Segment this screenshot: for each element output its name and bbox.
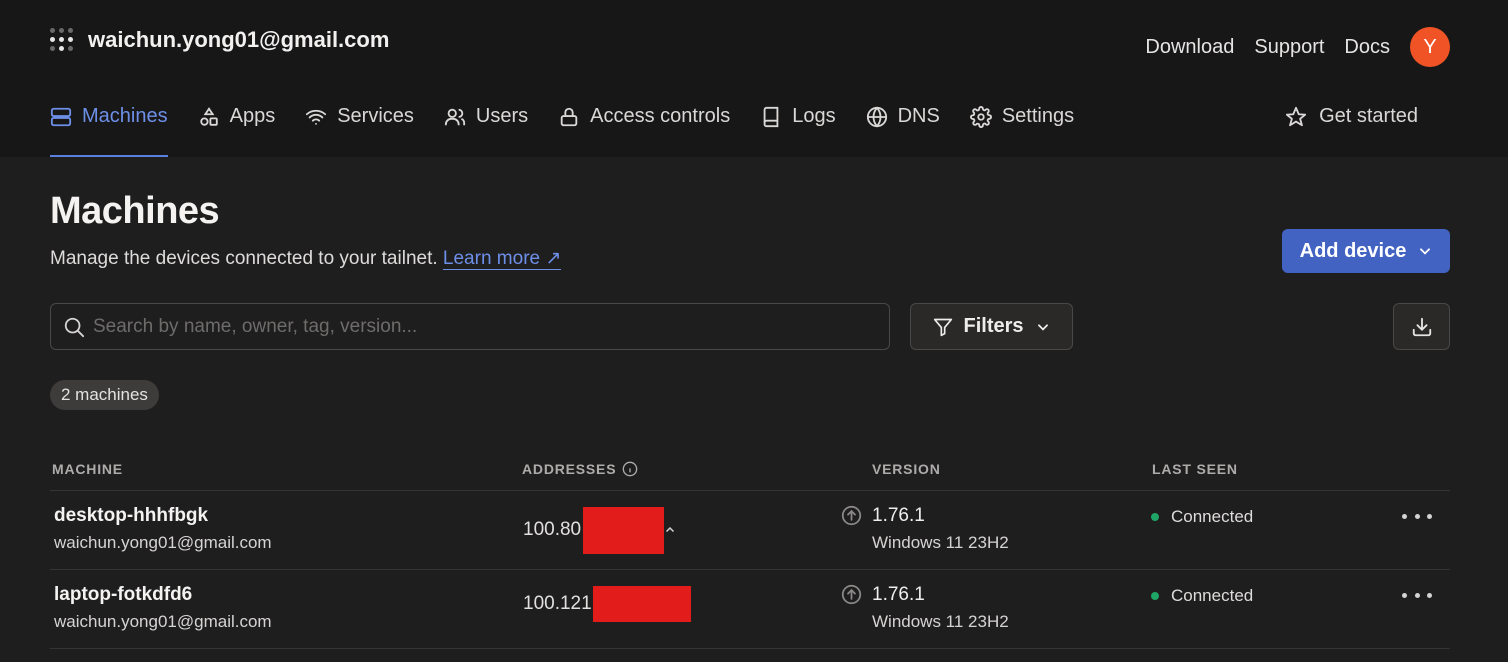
tab-users-label: Users — [475, 105, 529, 127]
status-text: Connected — [1171, 507, 1254, 526]
docs-link[interactable]: Docs — [1344, 36, 1390, 59]
column-header-machine: MACHINE — [52, 461, 123, 477]
page-description-text: Manage the devices connected to your tai… — [50, 248, 438, 269]
account-email: waichun.yong01@gmail.com — [88, 27, 390, 52]
wifi-icon — [306, 109, 327, 125]
status-text: Connected — [1171, 586, 1254, 605]
tab-users[interactable]: Users — [444, 105, 528, 157]
search-input[interactable] — [93, 315, 873, 338]
row-actions-button[interactable] — [1402, 504, 1432, 528]
book-icon — [763, 106, 779, 128]
row-actions-button[interactable] — [1402, 583, 1432, 607]
machine-count-badge: 2 machines — [50, 380, 159, 410]
status-dot — [1151, 513, 1159, 521]
chevron-down-icon — [666, 526, 675, 533]
status-dot — [1151, 592, 1159, 600]
tab-apps[interactable]: Apps — [198, 105, 276, 157]
column-header-last-seen-label: LAST SEEN — [1152, 461, 1238, 477]
filters-label: Filters — [963, 315, 1024, 337]
avatar[interactable]: Y — [1410, 27, 1450, 67]
tab-settings-label: Settings — [1001, 105, 1075, 127]
redaction-box — [592, 586, 691, 622]
apps-icon — [199, 107, 218, 126]
column-header-version: VERSION — [872, 461, 941, 477]
tab-logs[interactable]: Logs — [760, 105, 836, 157]
top-bar: waichun.yong01@gmail.com Download Suppor… — [0, 0, 1508, 157]
table-row[interactable]: laptop-fotkdfd6 waichun.yong01@gmail.com… — [50, 570, 1450, 648]
download-icon — [1412, 317, 1431, 336]
export-button[interactable] — [1393, 303, 1450, 350]
add-device-label: Add device — [1299, 239, 1407, 262]
star-icon — [1285, 106, 1307, 127]
machine-owner: waichun.yong01@gmail.com — [54, 612, 272, 631]
update-available-icon — [841, 505, 862, 526]
tab-access-controls-label: Access controls — [590, 105, 731, 127]
globe-icon — [866, 106, 887, 128]
add-device-button[interactable]: Add device — [1282, 229, 1450, 273]
column-header-addresses: ADDRESSES — [522, 461, 638, 477]
top-links: Download Support Docs Y — [1145, 27, 1450, 67]
machine-version: 1.76.1 — [872, 505, 925, 526]
column-header-machine-label: MACHINE — [52, 461, 123, 477]
search-box — [50, 303, 890, 350]
status-badge: Connected — [1151, 507, 1253, 527]
tab-logs-label: Logs — [792, 105, 836, 127]
tab-services[interactable]: Services — [305, 105, 414, 157]
tab-machines[interactable]: Machines — [50, 105, 168, 157]
table-divider — [50, 648, 1450, 649]
tailscale-logo-icon — [50, 28, 74, 52]
redaction-box — [583, 507, 665, 554]
machine-version: 1.76.1 — [872, 584, 925, 605]
machine-os: Windows 11 23H2 — [872, 533, 1009, 552]
chevron-down-icon — [1420, 248, 1431, 255]
chevron-down-icon — [1037, 323, 1048, 331]
machine-name[interactable]: desktop-hhhfbgk — [54, 505, 208, 527]
filters-button[interactable]: Filters — [910, 303, 1073, 350]
gear-icon — [969, 106, 992, 128]
search-icon — [64, 317, 85, 337]
page-title: Machines — [50, 190, 220, 232]
tab-dns[interactable]: DNS — [866, 105, 940, 157]
update-available-icon — [841, 584, 862, 605]
tab-settings[interactable]: Settings — [969, 105, 1075, 157]
learn-more-link[interactable]: Learn more ↗ — [442, 248, 562, 270]
support-link[interactable]: Support — [1254, 36, 1324, 59]
table-row[interactable]: desktop-hhhfbgk waichun.yong01@gmail.com… — [50, 491, 1450, 569]
machine-owner: waichun.yong01@gmail.com — [54, 533, 272, 552]
tab-dns-label: DNS — [897, 105, 940, 127]
filter-icon — [934, 318, 953, 336]
machine-address-text: 100.121 — [523, 592, 592, 614]
machine-os: Windows 11 23H2 — [872, 612, 1009, 631]
users-icon — [444, 108, 465, 126]
column-header-addresses-label: ADDRESSES — [522, 461, 617, 477]
machine-address[interactable]: 100.80 — [523, 506, 676, 554]
status-badge: Connected — [1151, 586, 1253, 606]
info-icon[interactable] — [622, 461, 638, 477]
main-nav: Machines Apps Services Users Access cont… — [50, 105, 1104, 157]
column-header-last-seen: LAST SEEN — [1152, 461, 1238, 477]
tab-apps-label: Apps — [229, 105, 276, 127]
download-link[interactable]: Download — [1145, 36, 1234, 59]
tab-services-label: Services — [337, 105, 414, 127]
machine-address-text: 100.80 — [523, 519, 582, 540]
column-header-version-label: VERSION — [872, 461, 941, 477]
get-started-link[interactable]: Get started — [1285, 105, 1418, 128]
machine-address[interactable]: 100.121 — [523, 585, 691, 622]
get-started-label: Get started — [1319, 105, 1418, 127]
machines-icon — [50, 107, 72, 127]
page-description: Manage the devices connected to your tai… — [50, 247, 562, 270]
tailnet-switcher[interactable]: waichun.yong01@gmail.com — [50, 27, 389, 53]
tab-machines-label: Machines — [82, 105, 168, 127]
tab-access-controls[interactable]: Access controls — [558, 105, 730, 157]
lock-icon — [560, 107, 578, 127]
machine-name[interactable]: laptop-fotkdfd6 — [54, 584, 192, 606]
